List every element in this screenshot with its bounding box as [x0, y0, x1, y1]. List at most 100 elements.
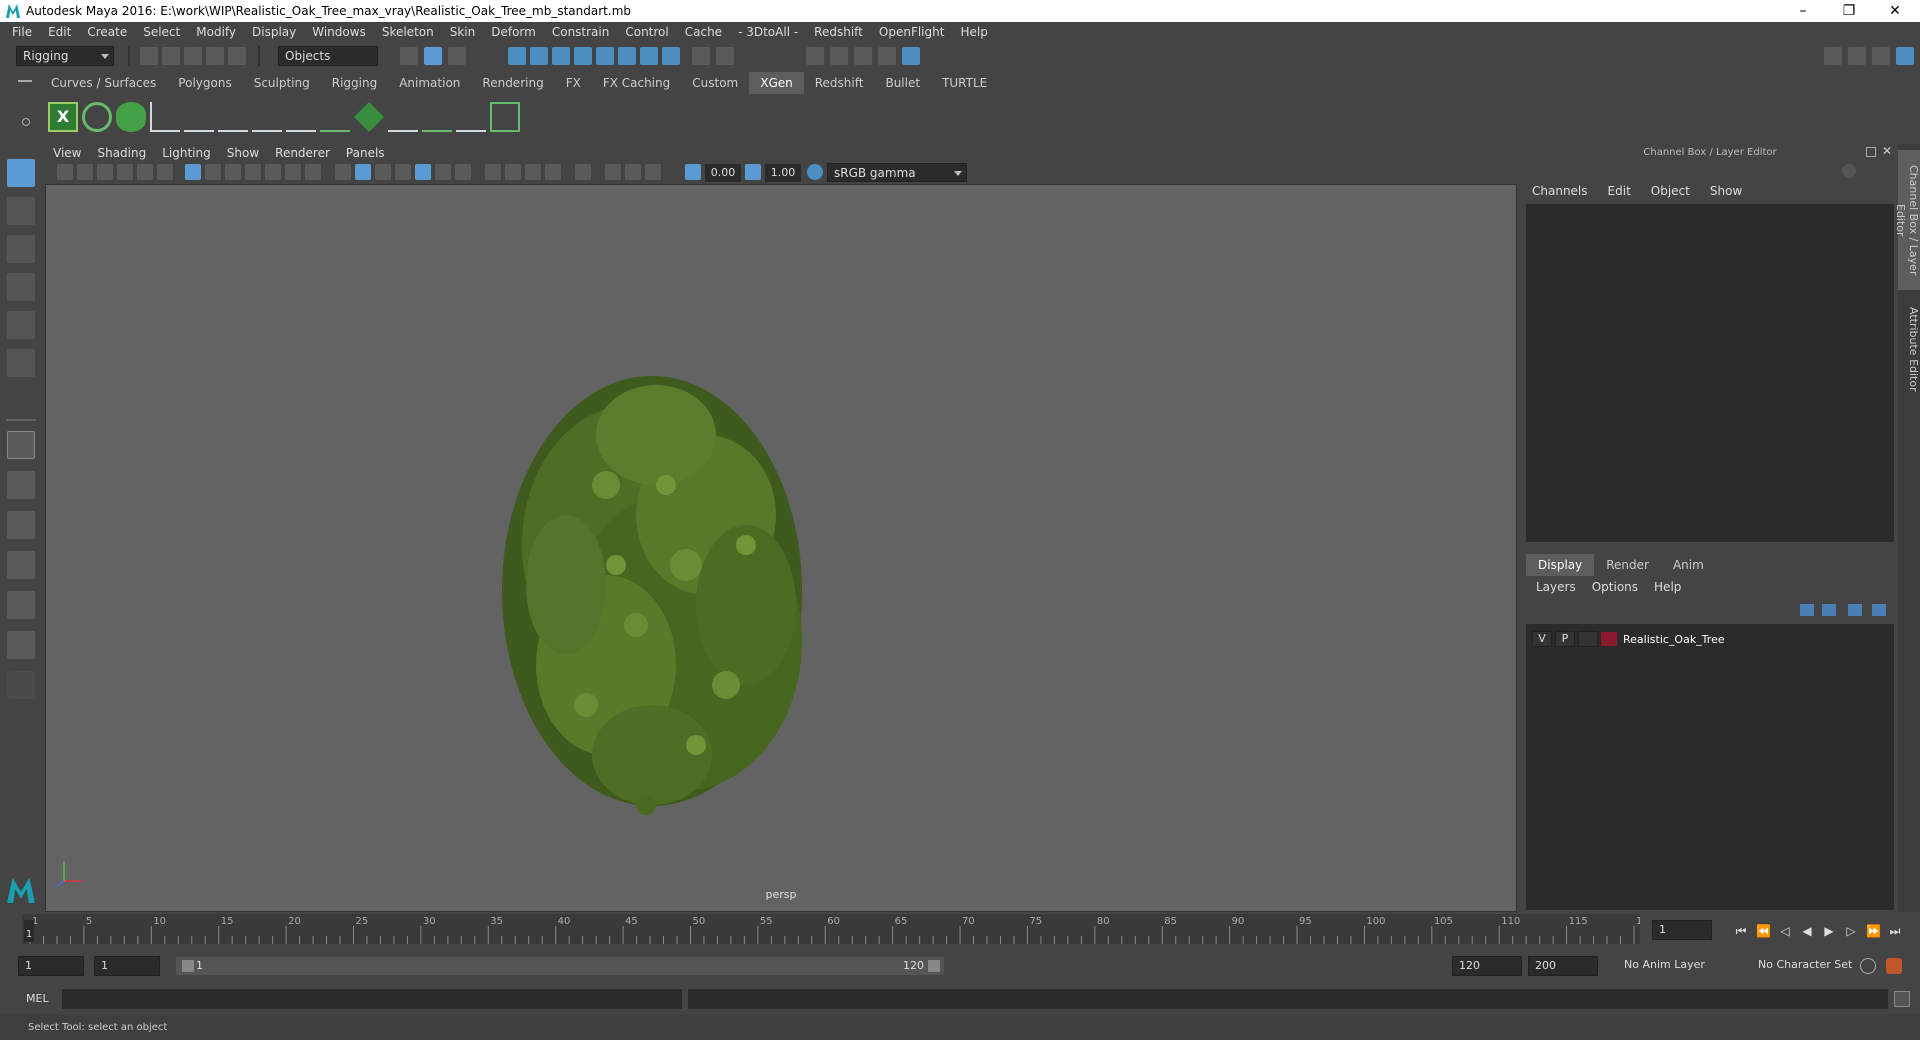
menu-openflight[interactable]: OpenFlight [871, 25, 953, 39]
xgen-editor-icon[interactable]: X [48, 102, 78, 132]
menu-set-dropdown[interactable]: Rigging [16, 46, 114, 66]
character-set-dropdown[interactable]: No Character Set [1752, 956, 1870, 976]
lock-icon[interactable] [692, 47, 710, 65]
camera-icon[interactable] [57, 164, 73, 180]
range-slider[interactable]: 1 120 [176, 957, 944, 975]
menu-create[interactable]: Create [79, 25, 135, 39]
xray-joints-icon[interactable] [625, 164, 641, 180]
ambient-occlusion-icon[interactable] [485, 164, 501, 180]
wireframe-on-shaded-icon[interactable] [375, 164, 391, 180]
xray-icon[interactable] [605, 164, 621, 180]
render-settings-icon[interactable] [878, 47, 896, 65]
xgen-lock-guides-icon[interactable] [286, 102, 316, 132]
tab-display-layers[interactable]: Display [1526, 554, 1595, 576]
image-plane-icon[interactable] [117, 164, 133, 180]
go-to-start-icon[interactable]: ⏮ [1734, 924, 1748, 938]
outliner-layout-icon[interactable] [7, 631, 35, 659]
camera-attributes-icon[interactable] [77, 164, 93, 180]
restore-button[interactable]: ❐ [1826, 0, 1872, 22]
viewport-menu-shading[interactable]: Shading [89, 146, 154, 160]
xgen-move-guides-icon[interactable] [184, 102, 214, 132]
menu-skeleton[interactable]: Skeleton [374, 25, 442, 39]
gamma-icon[interactable] [745, 164, 761, 180]
play-backwards-icon[interactable]: ◀ [1800, 924, 1814, 938]
undo-icon[interactable] [206, 47, 224, 65]
new-scene-icon[interactable] [140, 47, 158, 65]
range-start-handle[interactable] [182, 960, 194, 972]
layer-display-type-toggle[interactable] [1578, 631, 1598, 647]
tab-curves-surfaces[interactable]: Curves / Surfaces [40, 72, 167, 94]
move-tool-icon[interactable] [7, 273, 35, 301]
xgen-add-guides-icon[interactable] [150, 102, 180, 132]
menu-cb-edit[interactable]: Edit [1608, 184, 1631, 198]
xgen-sculpt-icon[interactable] [388, 102, 418, 132]
shelf-menu-icon[interactable] [18, 80, 32, 82]
selection-mask-dropdown[interactable]: Objects [278, 46, 378, 66]
tab-fx-caching[interactable]: FX Caching [592, 72, 681, 94]
snap-point-icon[interactable] [552, 47, 570, 65]
menu-channels[interactable]: Channels [1532, 184, 1588, 198]
safe-action-icon[interactable] [285, 164, 301, 180]
layer-name[interactable]: Realistic_Oak_Tree [1623, 633, 1725, 646]
four-view-layout-icon[interactable] [7, 471, 35, 499]
auto-key-icon[interactable] [1860, 958, 1876, 974]
tab-channel-box-layer-editor[interactable]: Channel Box / Layer Editor [1894, 150, 1920, 290]
rotate-tool-icon[interactable] [7, 311, 35, 339]
hypershade-icon[interactable] [902, 47, 920, 65]
scale-tool-icon[interactable] [7, 349, 35, 377]
motion-blur-icon[interactable] [505, 164, 521, 180]
snap-curve-icon[interactable] [530, 47, 548, 65]
tool-settings-icon[interactable] [1872, 47, 1890, 65]
script-editor-icon[interactable] [1894, 991, 1910, 1007]
menu-cache[interactable]: Cache [677, 25, 730, 39]
close-button[interactable]: ✕ [1872, 0, 1918, 22]
layer-visibility-toggle[interactable]: V [1532, 631, 1552, 647]
move-layer-up-icon[interactable] [1800, 604, 1814, 616]
select-tool-icon[interactable] [7, 159, 35, 187]
current-time-field[interactable]: 1 [1652, 920, 1712, 940]
exposure-field[interactable]: 0.00 [705, 164, 741, 182]
history-icon[interactable] [716, 47, 734, 65]
tab-redshift[interactable]: Redshift [804, 72, 875, 94]
snap-live-icon[interactable] [596, 47, 614, 65]
animation-preferences-icon[interactable] [1886, 958, 1902, 974]
tab-xgen[interactable]: XGen [749, 72, 804, 94]
single-perspective-layout-icon[interactable] [7, 431, 35, 459]
move-layer-down-icon[interactable] [1822, 604, 1836, 616]
tab-custom[interactable]: Custom [681, 72, 749, 94]
grease-pencil-icon[interactable] [157, 164, 173, 180]
tab-attribute-editor[interactable]: Attribute Editor [1898, 304, 1920, 394]
menu-edit[interactable]: Edit [40, 25, 79, 39]
oak-tree-model[interactable] [502, 376, 802, 815]
step-back-key-icon[interactable]: ◁ [1778, 924, 1792, 938]
redo-icon[interactable] [228, 47, 246, 65]
menu-options[interactable]: Options [1592, 580, 1638, 594]
viewport-menu-renderer[interactable]: Renderer [267, 146, 338, 160]
menu-windows[interactable]: Windows [304, 25, 374, 39]
snap-grid-icon[interactable] [508, 47, 526, 65]
default-material-icon[interactable] [395, 164, 411, 180]
go-to-end-icon[interactable]: ⏭ [1888, 924, 1902, 938]
menu-file[interactable]: File [4, 25, 40, 39]
textured-icon[interactable] [415, 164, 431, 180]
play-forwards-icon[interactable]: ▶ [1822, 924, 1836, 938]
menu-deform[interactable]: Deform [483, 25, 544, 39]
step-forward-key-icon[interactable]: ▷ [1844, 924, 1858, 938]
xgen-visibility-icon[interactable] [252, 102, 282, 132]
menu-help[interactable]: Help [952, 25, 995, 39]
2d-pan-zoom-icon[interactable] [137, 164, 153, 180]
viewport-menu-show[interactable]: Show [219, 146, 267, 160]
anti-aliasing-icon[interactable] [525, 164, 541, 180]
menu-control[interactable]: Control [617, 25, 676, 39]
channel-box-options-icon[interactable] [1842, 164, 1856, 178]
viewport-menu-lighting[interactable]: Lighting [154, 146, 219, 160]
gamma-field[interactable]: 1.00 [765, 164, 801, 182]
menu-redshift[interactable]: Redshift [806, 25, 871, 39]
xgen-interactive-groom-icon[interactable] [490, 102, 520, 132]
color-management-icon[interactable] [807, 164, 823, 180]
paint-select-tool-icon[interactable] [7, 235, 35, 263]
xgen-guides-to-curves-icon[interactable] [320, 102, 350, 132]
field-chart-icon[interactable] [265, 164, 281, 180]
open-scene-icon[interactable] [162, 47, 180, 65]
isolate-select-icon[interactable] [575, 164, 591, 180]
